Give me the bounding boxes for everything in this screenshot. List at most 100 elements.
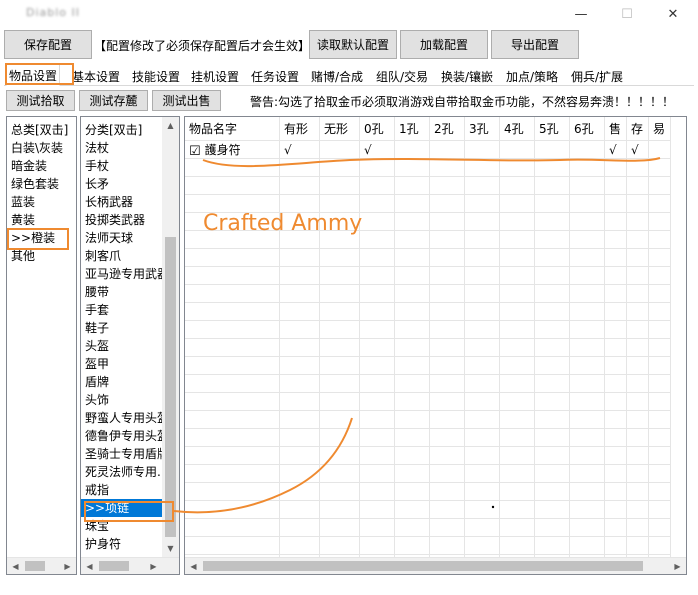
category-item[interactable]: 黄装 xyxy=(7,211,76,229)
tab-bot-settings[interactable]: 挂机设置 xyxy=(189,66,241,86)
grid-cell[interactable]: √ xyxy=(627,141,649,159)
subcategory-item[interactable]: 亚马逊专用武器 xyxy=(81,265,164,283)
tab-stats-strategy[interactable]: 加点/策略 xyxy=(504,66,560,86)
subcategory-hscrollbar[interactable]: ◀ ▶ xyxy=(81,557,179,574)
subcategory-item[interactable]: 野蛮人专用头盔 xyxy=(81,409,164,427)
maximize-icon[interactable]: ☐ xyxy=(604,0,650,28)
grid-cell[interactable] xyxy=(649,141,671,159)
item-name-cell[interactable]: ☑ 護身符 xyxy=(185,141,280,159)
subcategory-item[interactable]: 长矛 xyxy=(81,175,164,193)
minimize-icon[interactable]: — xyxy=(558,0,604,28)
column-header[interactable]: 3孔 xyxy=(465,117,500,141)
grid-cell[interactable] xyxy=(570,141,605,159)
tab-basic-settings[interactable]: 基本设置 xyxy=(70,66,122,86)
subcategory-item[interactable]: 法师天球 xyxy=(81,229,164,247)
table-row[interactable]: ☑ 護身符 √ √ √ √ xyxy=(185,141,671,159)
test-stash-button[interactable]: 测试存麓 xyxy=(79,90,148,111)
subcategory-item[interactable]: 德鲁伊专用头盔 xyxy=(81,427,164,445)
grid-cell[interactable] xyxy=(430,141,465,159)
scroll-right-icon[interactable]: ▶ xyxy=(145,558,162,574)
category-item[interactable]: 暗金装 xyxy=(7,157,76,175)
scroll-down-icon[interactable]: ▼ xyxy=(162,540,179,557)
grid-cell[interactable]: √ xyxy=(280,141,320,159)
save-config-button[interactable]: 保存配置 xyxy=(4,30,92,59)
column-header[interactable]: 无形 xyxy=(320,117,360,141)
tab-skill-settings[interactable]: 技能设置 xyxy=(130,66,182,86)
column-header[interactable]: 4孔 xyxy=(500,117,535,141)
subcategory-item[interactable]: 法杖 xyxy=(81,139,164,157)
column-header[interactable]: 存 xyxy=(627,117,649,141)
subcategory-item[interactable]: 手杖 xyxy=(81,157,164,175)
tab-party-trade[interactable]: 组队/交易 xyxy=(374,66,430,86)
test-sell-button[interactable]: 测试出售 xyxy=(152,90,221,111)
subcategory-list[interactable]: 分类[双击] 法杖 手杖 长矛 长柄武器 投掷类武器 法师天球 刺客爪 亚马逊专用武器 腰带 手套… xyxy=(80,116,180,575)
subcategory-vscrollbar[interactable]: ▲ ▼ xyxy=(162,117,179,557)
subcategory-list-header[interactable]: 分类[双击] xyxy=(81,121,164,139)
grid-cell[interactable] xyxy=(320,141,360,159)
subcategory-item[interactable]: 腰带 xyxy=(81,283,164,301)
category-item[interactable]: 蓝装 xyxy=(7,193,76,211)
subcategory-item[interactable]: 长柄武器 xyxy=(81,193,164,211)
column-header[interactable]: 物品名字 xyxy=(185,117,280,141)
scroll-thumb[interactable] xyxy=(99,561,129,571)
subcategory-item[interactable]: 头饰 xyxy=(81,391,164,409)
category-item[interactable]: 绿色套装 xyxy=(7,175,76,193)
subcategory-item[interactable]: 鞋子 xyxy=(81,319,164,337)
column-header[interactable]: 1孔 xyxy=(395,117,430,141)
category-hscrollbar[interactable]: ◀ ▶ xyxy=(7,557,76,574)
grid-cell[interactable]: √ xyxy=(605,141,627,159)
tab-gamble-craft[interactable]: 赌博/合成 xyxy=(309,66,365,86)
grid-cell[interactable] xyxy=(535,141,570,159)
export-config-button[interactable]: 导出配置 xyxy=(491,30,579,59)
subcategory-item[interactable]: 戒指 xyxy=(81,481,164,499)
column-header[interactable]: 易 xyxy=(649,117,671,141)
subcategory-item[interactable]: 死灵法师专用... xyxy=(81,463,164,481)
scroll-thumb[interactable] xyxy=(25,561,45,571)
column-header[interactable]: 5孔 xyxy=(535,117,570,141)
scroll-left-icon[interactable]: ◀ xyxy=(7,558,24,574)
category-list[interactable]: 总类[双击] 白装\灰装 暗金装 绿色套装 蓝装 黄装 >>橙装 其他 ◀ ▶ xyxy=(6,116,77,575)
item-grid[interactable]: 物品名字 有形 无形 0孔 1孔 2孔 3孔 4孔 5孔 6孔售存易 ☑ 護身符 √ √ √ √ ◀ ▶ xyxy=(184,116,687,575)
subcategory-item[interactable]: 圣骑士专用盾牌 xyxy=(81,445,164,463)
scroll-thumb[interactable] xyxy=(165,237,176,537)
subcategory-item[interactable]: 盾牌 xyxy=(81,373,164,391)
grid-cell[interactable] xyxy=(500,141,535,159)
scroll-up-icon[interactable]: ▲ xyxy=(162,117,179,134)
grid-cell[interactable] xyxy=(395,141,430,159)
category-item[interactable]: >>橙装 xyxy=(7,229,76,247)
column-header[interactable]: 售 xyxy=(605,117,627,141)
tab-merc-extension[interactable]: 佣兵/扩展 xyxy=(569,66,625,86)
scroll-right-icon[interactable]: ▶ xyxy=(669,558,686,574)
grid-cell[interactable] xyxy=(465,141,500,159)
tab-quest-settings[interactable]: 任务设置 xyxy=(249,66,301,86)
tab-item-settings[interactable]: 物品设置 xyxy=(6,64,61,86)
row-checkbox[interactable]: ☑ xyxy=(189,145,201,158)
column-header[interactable]: 6孔 xyxy=(570,117,605,141)
subcategory-item[interactable]: 头盔 xyxy=(81,337,164,355)
subcategory-item[interactable]: 投掷类武器 xyxy=(81,211,164,229)
load-config-button[interactable]: 加载配置 xyxy=(400,30,488,59)
subcategory-item[interactable]: 手套 xyxy=(81,301,164,319)
column-header[interactable]: 0孔 xyxy=(360,117,395,141)
category-list-header[interactable]: 总类[双击] xyxy=(7,121,76,139)
tab-strip: 物品设置 基本设置 技能设置 挂机设置 任务设置 赌博/合成 组队/交易 换装/… xyxy=(4,64,694,86)
category-item[interactable]: 其他 xyxy=(7,247,76,265)
subcategory-item[interactable]: 刺客爪 xyxy=(81,247,164,265)
test-pickup-button[interactable]: 测试拾取 xyxy=(6,90,75,111)
scroll-left-icon[interactable]: ◀ xyxy=(185,558,202,574)
category-item[interactable]: 白装\灰装 xyxy=(7,139,76,157)
column-header[interactable]: 有形 xyxy=(280,117,320,141)
scroll-left-icon[interactable]: ◀ xyxy=(81,558,98,574)
tab-swap-socket[interactable]: 换装/镶嵌 xyxy=(439,66,495,86)
load-default-config-button[interactable]: 读取默认配置 xyxy=(309,30,397,59)
scroll-thumb[interactable] xyxy=(203,561,643,571)
subcategory-item[interactable]: >>项链 xyxy=(81,499,164,517)
column-header[interactable]: 2孔 xyxy=(430,117,465,141)
grid-hscrollbar[interactable]: ◀ ▶ xyxy=(185,557,686,574)
grid-cell[interactable]: √ xyxy=(360,141,395,159)
subcategory-item[interactable]: 护身符 xyxy=(81,535,164,553)
subcategory-item[interactable]: 珠宝 xyxy=(81,517,164,535)
subcategory-item[interactable]: 盔甲 xyxy=(81,355,164,373)
close-icon[interactable]: ✕ xyxy=(650,0,696,28)
scroll-right-icon[interactable]: ▶ xyxy=(59,558,76,574)
